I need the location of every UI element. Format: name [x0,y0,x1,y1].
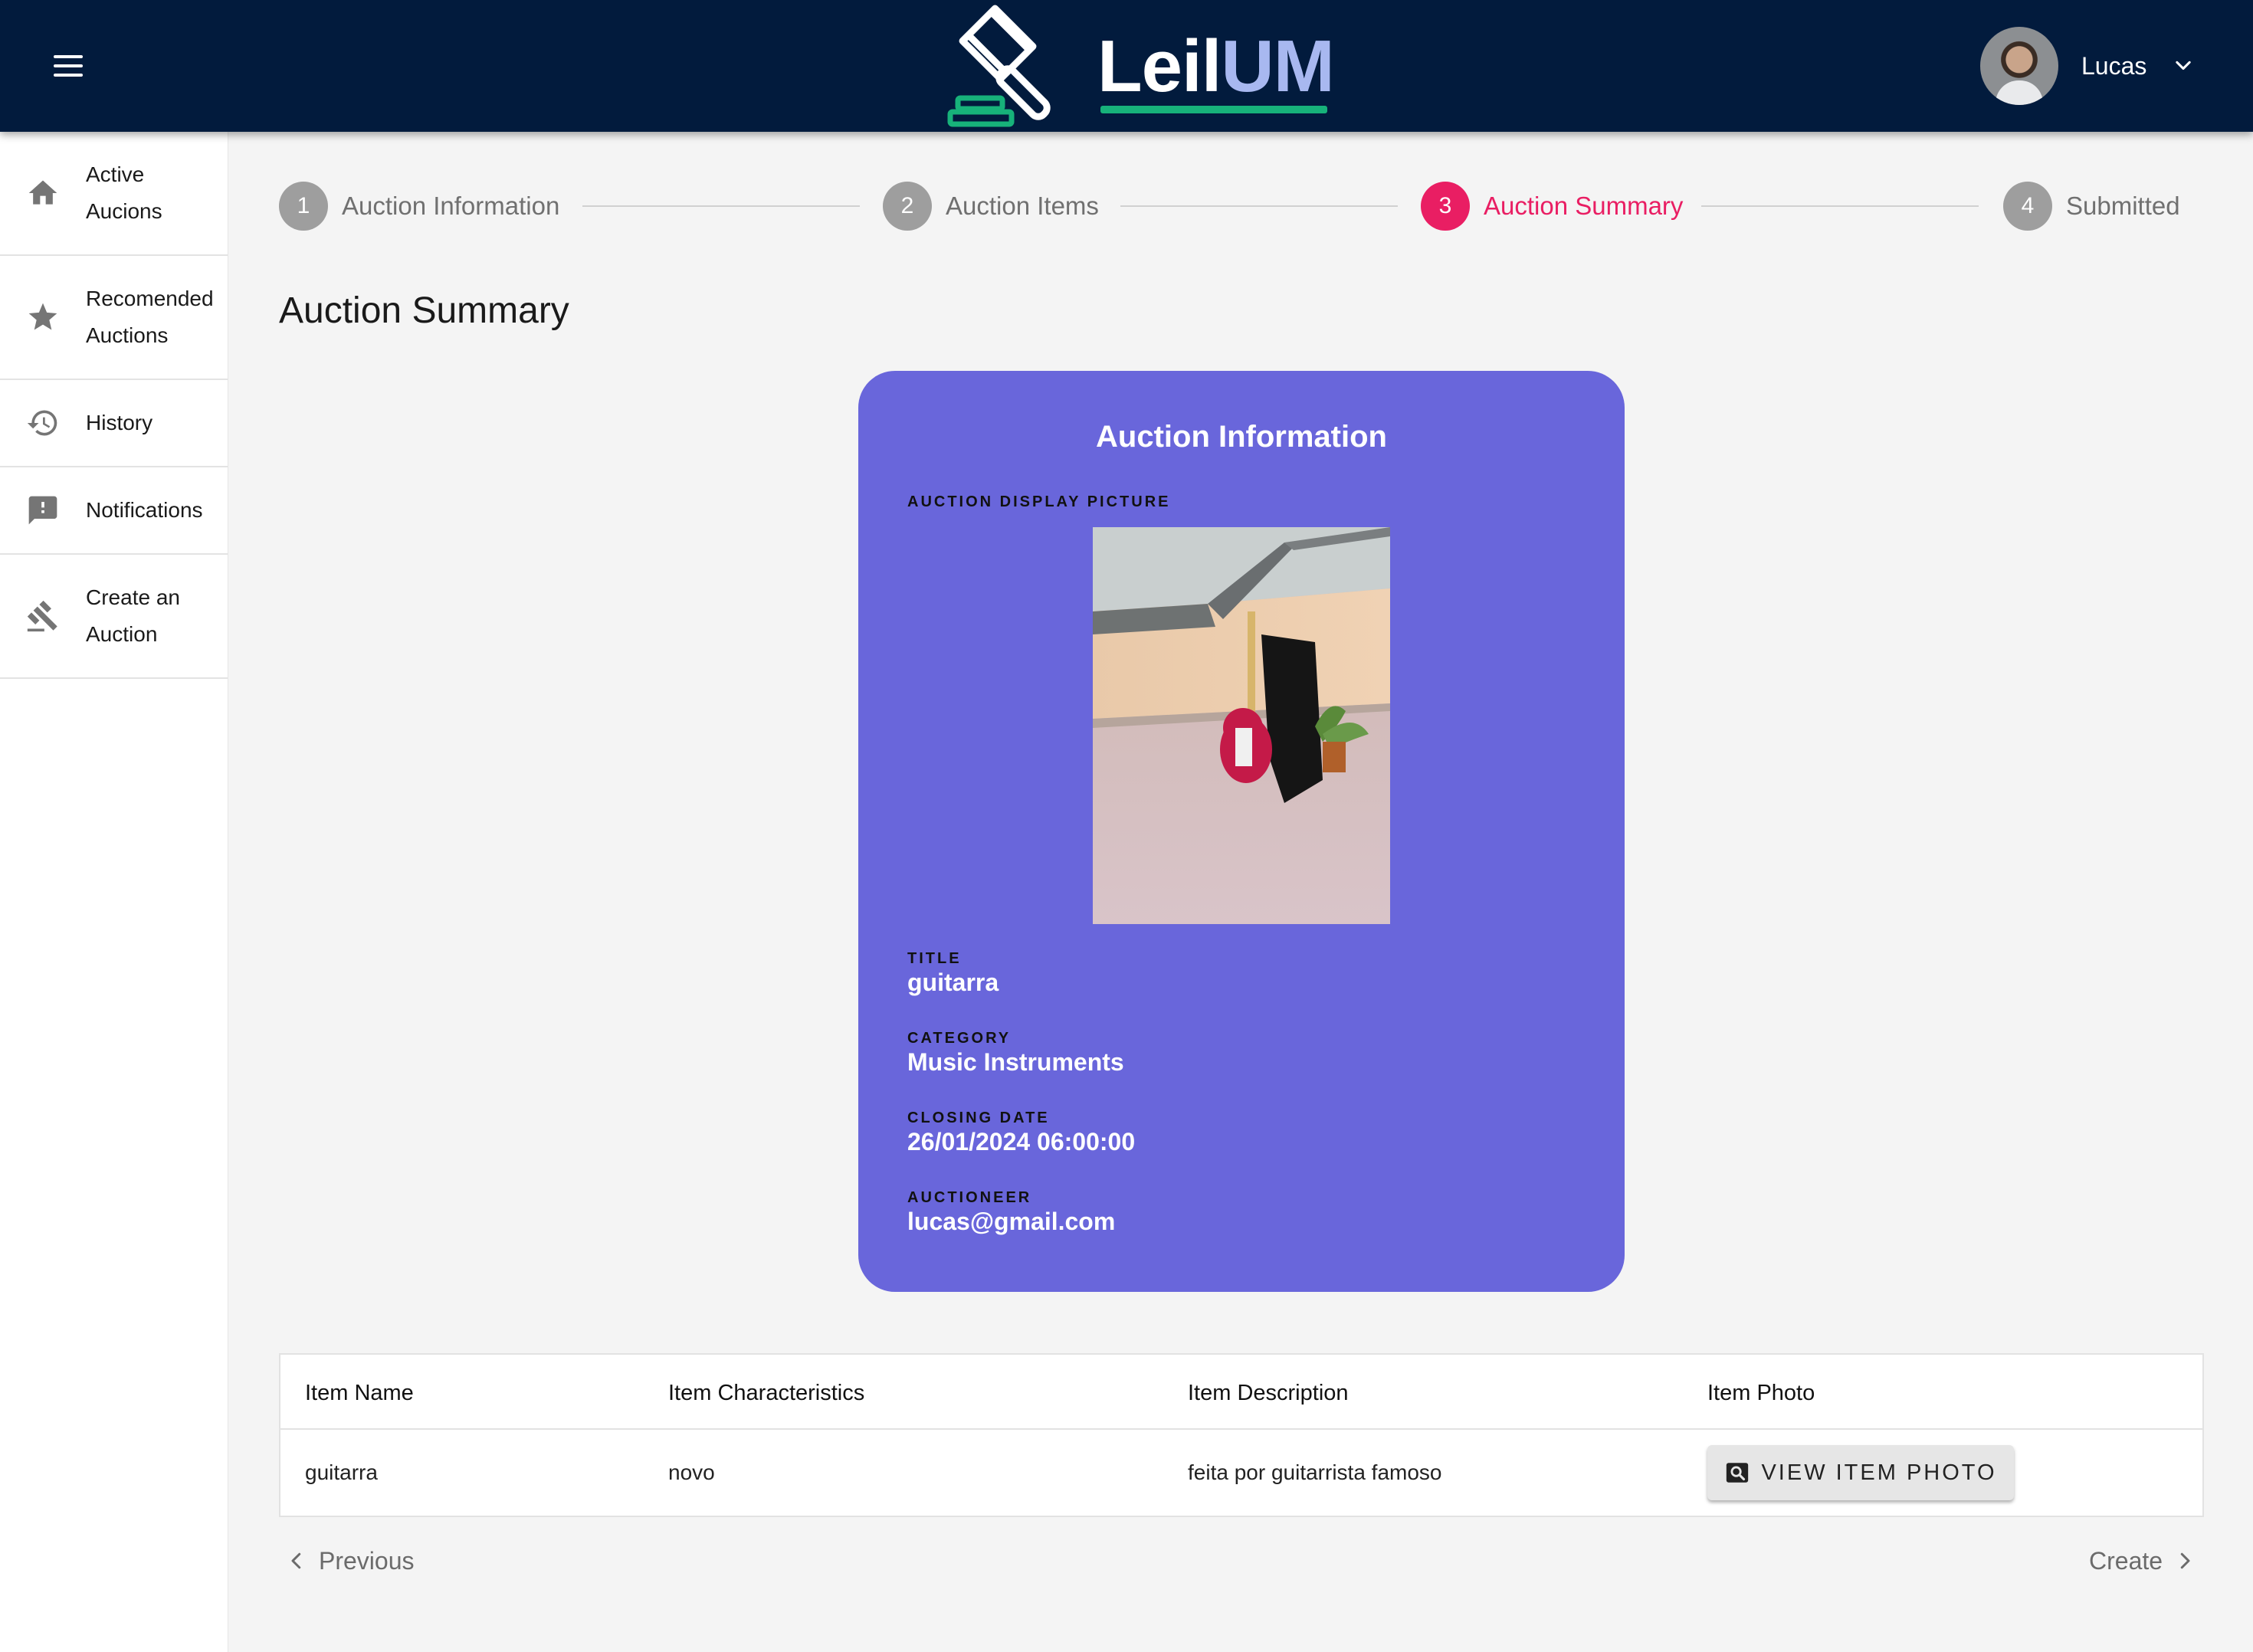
column-header: Item Characteristics [668,1381,865,1405]
step-number: 1 [279,182,328,231]
app-logo[interactable]: LeilUM [944,3,1335,129]
step-submitted[interactable]: 4 Submitted [2003,181,2180,231]
step-label: Auction Summary [1484,192,1684,220]
stepper: 1 Auction Information 2 Auction Items 3 … [279,181,2182,231]
gavel-icon [27,600,57,632]
feedback-icon [28,496,57,525]
step-label: Auction Information [342,192,560,220]
sidebar-item-recommended-auctions[interactable]: Recomended Auctions [0,256,228,380]
guitar-photo [1093,527,1390,924]
sidebar-item-label: History [86,411,153,434]
page-title: Auction Summary [279,290,569,331]
sidebar-item-notifications[interactable]: Notifications [0,467,228,555]
logo-text: LeilUM [1097,25,1335,109]
user-menu[interactable]: Lucas [1980,26,2233,106]
sidebar-item-history[interactable]: History [0,380,228,467]
history-icon [27,410,57,436]
step-auction-information[interactable]: 1 Auction Information [279,181,559,231]
step-auction-items[interactable]: 2 Auction Items [883,181,1099,231]
logo-text-leil: Leil [1097,25,1222,107]
step-connector [1701,205,1979,207]
view-item-photo-button[interactable]: VIEW ITEM PHOTO [1707,1445,2014,1500]
field-value-closing-date: 26/01/2024 06:00:00 [907,1128,1136,1155]
field-value-auctioneer: lucas@gmail.com [907,1208,1116,1235]
field-label-closing-date: Closing Date [907,1110,1050,1126]
step-number: 4 [2003,182,2052,231]
star-icon [28,303,57,330]
user-name: Lucas [2081,51,2147,80]
logo-underline [1100,106,1327,113]
cell-item-description: feita por guitarrista famoso [1188,1460,1442,1484]
avatar[interactable] [1980,27,2058,105]
table-header: Item Name Item Characteristics Item Desc… [280,1355,2202,1430]
column-header: Item Description [1188,1381,1349,1405]
auction-display-picture [1093,527,1390,924]
gavel-logo-icon [947,5,1051,127]
create-label: Create [2089,1546,2163,1575]
column-header: Item Name [305,1381,414,1405]
previous-label: Previous [319,1546,415,1575]
chevron-right-icon [2180,1552,2190,1569]
sidebar-item-label: Active Aucions [86,162,162,223]
chevron-left-icon [291,1552,301,1569]
step-label: Submitted [2066,192,2180,220]
field-value-title: guitarra [907,969,999,996]
menu-icon[interactable] [54,55,84,77]
step-auction-summary[interactable]: 3 Auction Summary [1421,181,1683,231]
auction-information-card: Auction Information Auction Display Pict… [858,371,1625,1292]
image-search-icon [1727,1463,1749,1483]
step-number: 2 [883,182,932,231]
step-connector [1120,205,1398,207]
items-table: Item Name Item Characteristics Item Desc… [279,1353,2204,1517]
cell-item-characteristics: novo [668,1460,715,1484]
chevron-down-icon[interactable] [2173,55,2194,77]
field-label-title: Title [907,950,962,967]
sidebar-item-label: Notifications [86,498,203,522]
column-header: Item Photo [1707,1381,1815,1405]
logo-text-um: UM [1221,25,1334,107]
field-label-auctioneer: Auctioneer [907,1189,1032,1206]
step-label: Auction Items [946,192,1099,220]
step-number: 3 [1421,182,1470,231]
card-title: Auction Information [1096,420,1387,454]
top-app-bar: LeilUM Lucas [0,0,2253,132]
sidebar-item-label: Create an Auction [86,585,180,646]
sidebar-item-active-auctions[interactable]: Active Aucions [0,132,228,256]
field-value-category: Music Instruments [907,1048,1124,1076]
cell-item-name: guitarra [305,1460,378,1484]
sidebar: Active Aucions Recomended Auctions Histo… [0,132,228,1652]
step-connector [582,205,860,207]
display-picture-label: Auction Display Picture [907,493,1171,510]
previous-button[interactable]: Previous [285,1543,415,1578]
create-button[interactable]: Create [2089,1543,2196,1578]
field-label-category: Category [907,1030,1012,1047]
sidebar-item-create-auction[interactable]: Create an Auction [0,555,228,679]
view-item-photo-label: VIEW ITEM PHOTO [1761,1460,1997,1485]
home-icon [28,180,57,205]
sidebar-item-label: Recomended Auctions [86,287,214,347]
